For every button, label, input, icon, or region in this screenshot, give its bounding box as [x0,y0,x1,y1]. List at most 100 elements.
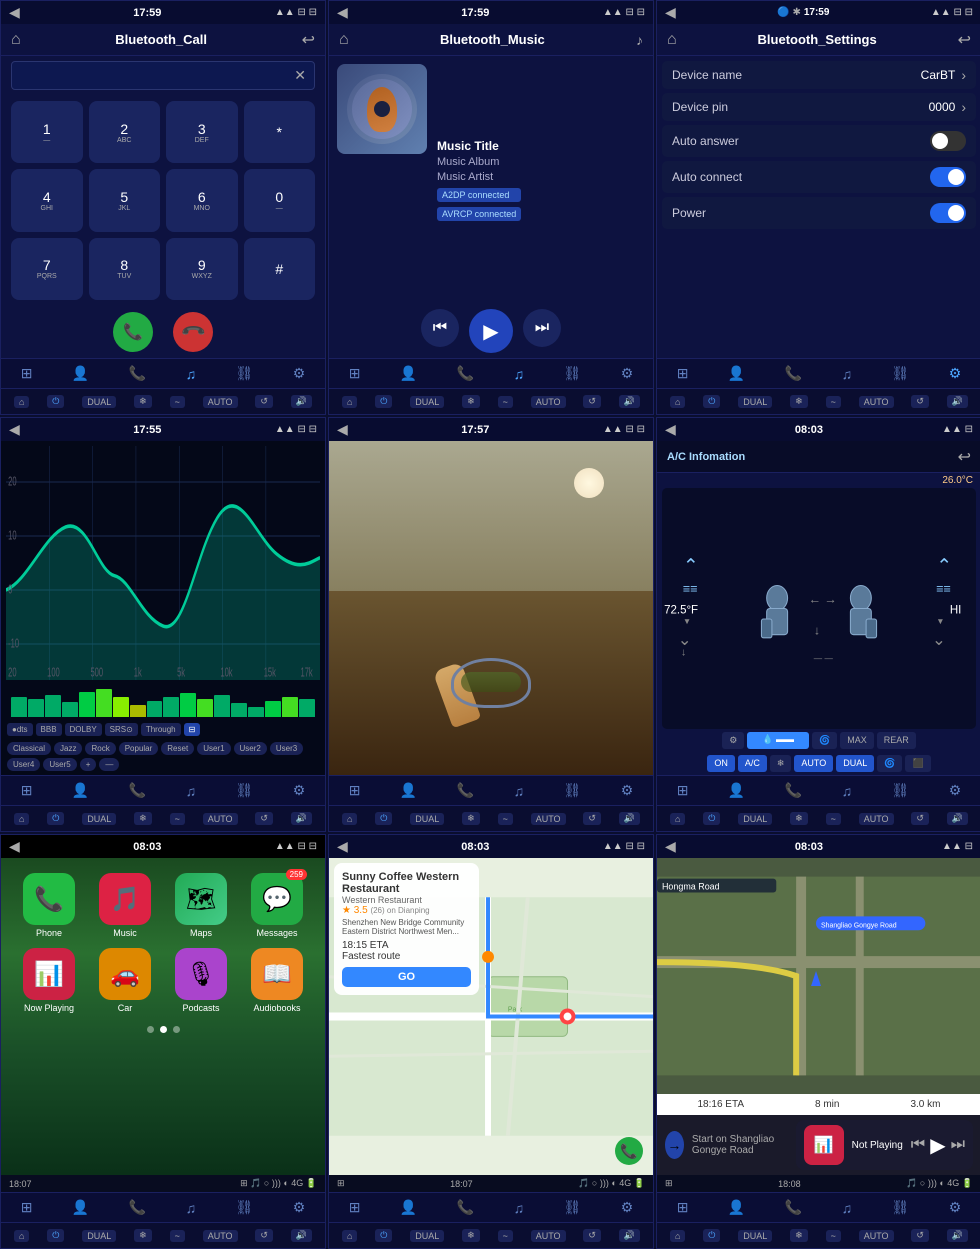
np-prev-btn[interactable]: ⏮ [911,1136,925,1154]
c8-recirc[interactable]: ↺ [583,1229,601,1242]
ac-ac-btn[interactable]: A/C [738,755,767,772]
c3-power[interactable]: ⏻ [703,395,720,408]
call-button[interactable]: 📞 [113,312,153,352]
nav-person-7[interactable]: 👤 [72,1199,89,1216]
c3-vol[interactable]: 🔊 [947,395,968,408]
key-3[interactable]: 3DEF [166,101,238,163]
ac-back-icon[interactable]: ↩ [958,447,971,467]
c4-vol[interactable]: 🔊 [291,812,312,825]
key-6[interactable]: 6MNO [166,169,238,231]
dot-3[interactable] [173,1026,180,1033]
nav-phone-icon[interactable]: 📞 [129,365,146,382]
nav-link-4[interactable]: ⛓ [236,782,254,799]
c5-auto[interactable]: AUTO [531,813,566,825]
c8-fan[interactable]: ❄ [462,1229,480,1242]
key-hash[interactable]: # [244,238,316,300]
climate-ac[interactable]: ~ [170,396,185,408]
back-arrow-6[interactable]: ◀ [665,421,676,438]
back-icon-1[interactable]: ↩ [302,30,315,50]
nav-phone-btn[interactable]: 📞 [615,1137,643,1165]
c8-auto[interactable]: AUTO [531,1230,566,1242]
key-8[interactable]: 8TUV [89,238,161,300]
c3-dual[interactable]: DUAL [738,396,772,408]
preset-add[interactable]: + [80,758,97,771]
climate-vol[interactable]: 🔊 [291,395,312,408]
c2-fan[interactable]: ❄ [462,395,480,408]
nav-settings-4[interactable]: ⚙ [293,782,306,799]
nav-grid-8[interactable]: ⊞ [349,1199,361,1216]
c4-home[interactable]: ⌂ [14,813,29,825]
c9-power[interactable]: ⏻ [703,1229,720,1242]
preset-rock[interactable]: Rock [85,742,115,755]
back-arrow-4[interactable]: ◀ [9,421,20,438]
toggle-auto-connect[interactable] [930,167,966,187]
c5-fan[interactable]: ❄ [462,812,480,825]
c2-ac[interactable]: ~ [498,396,513,408]
ac-gear-btn[interactable]: ⚙ [722,732,744,749]
preset-remove[interactable]: — [99,758,119,771]
nav-phone-5[interactable]: 📞 [457,782,474,799]
nav-link-8[interactable]: ⛓ [564,1199,582,1216]
play-button[interactable]: ▶ [469,309,513,353]
app-podcasts[interactable]: 🎙 Podcasts [168,948,234,1013]
preset-user3[interactable]: User3 [270,742,303,755]
nav-phone-3[interactable]: 📞 [785,365,802,382]
c9-dual[interactable]: DUAL [738,1230,772,1242]
back-icon-3[interactable]: ↩ [958,30,971,50]
ac-auto-btn[interactable]: AUTO [794,755,833,772]
nav-link-6[interactable]: ⛓ [892,782,910,799]
nav-phone-4[interactable]: 📞 [129,782,146,799]
c2-vol[interactable]: 🔊 [619,395,640,408]
home-icon-3[interactable]: ⌂ [667,31,677,49]
nav-grid-9[interactable]: ⊞ [677,1199,689,1216]
c7-fan[interactable]: ❄ [134,1229,152,1242]
setting-device-name[interactable]: Device name CarBT › [662,61,976,89]
next-button[interactable]: ⏭ [523,309,561,347]
c5-vol[interactable]: 🔊 [619,812,640,825]
key-star[interactable]: * [244,101,316,163]
c4-dual[interactable]: DUAL [82,813,116,825]
c7-vol[interactable]: 🔊 [291,1229,312,1242]
ac-rear-btn[interactable]: REAR [877,732,916,749]
nav-grid-5[interactable]: ⊞ [349,782,361,799]
c7-recirc[interactable]: ↺ [255,1229,273,1242]
nav-music-8[interactable]: ♫ [514,1200,525,1216]
c4-fan[interactable]: ❄ [134,812,152,825]
back-arrow-1[interactable]: ◀ [9,4,20,21]
climate-recirculate[interactable]: ↺ [255,395,273,408]
c4-recirc[interactable]: ↺ [255,812,273,825]
nav-grid-icon-2[interactable]: ⊞ [349,365,361,382]
preset-user4[interactable]: User4 [7,758,40,771]
ac-max-btn[interactable]: MAX [840,732,874,749]
prev-button[interactable]: ⏮ [421,309,459,347]
nav-person-3[interactable]: 👤 [728,365,745,382]
c6-vol[interactable]: 🔊 [947,812,968,825]
preset-user2[interactable]: User2 [234,742,267,755]
back-arrow-2[interactable]: ◀ [337,4,348,21]
c4-auto[interactable]: AUTO [203,813,238,825]
nav-grid-icon[interactable]: ⊞ [21,365,33,382]
eq-badge-bbe[interactable]: BBB [36,723,62,736]
key-4[interactable]: 4GHI [11,169,83,231]
c2-dual[interactable]: DUAL [410,396,444,408]
eq-badge-dts[interactable]: ●dts [7,723,33,736]
nav-settings-icon-2[interactable]: ⚙ [621,365,634,382]
key-5[interactable]: 5JKL [89,169,161,231]
ac-dual-btn[interactable]: DUAL [836,755,874,772]
climate-dual[interactable]: DUAL [82,396,116,408]
app-now-playing[interactable]: 📊 Now Playing [16,948,82,1013]
dot-2[interactable] [160,1026,167,1033]
c3-ac[interactable]: ~ [826,396,841,408]
preset-classical[interactable]: Classical [7,742,51,755]
preset-user1[interactable]: User1 [197,742,230,755]
nav-person-6[interactable]: 👤 [728,782,745,799]
nav-music-9[interactable]: ♫ [842,1200,853,1216]
back-arrow-8[interactable]: ◀ [337,838,348,855]
c4-power[interactable]: ⏻ [47,812,64,825]
nav-link-5[interactable]: ⛓ [564,782,582,799]
nav-music-4[interactable]: ♫ [186,783,197,799]
ac-on-btn[interactable]: ON [707,755,735,772]
ac-cool-btn[interactable]: ❄ [770,755,792,772]
video-player[interactable] [329,441,653,775]
key-9[interactable]: 9WXYZ [166,238,238,300]
